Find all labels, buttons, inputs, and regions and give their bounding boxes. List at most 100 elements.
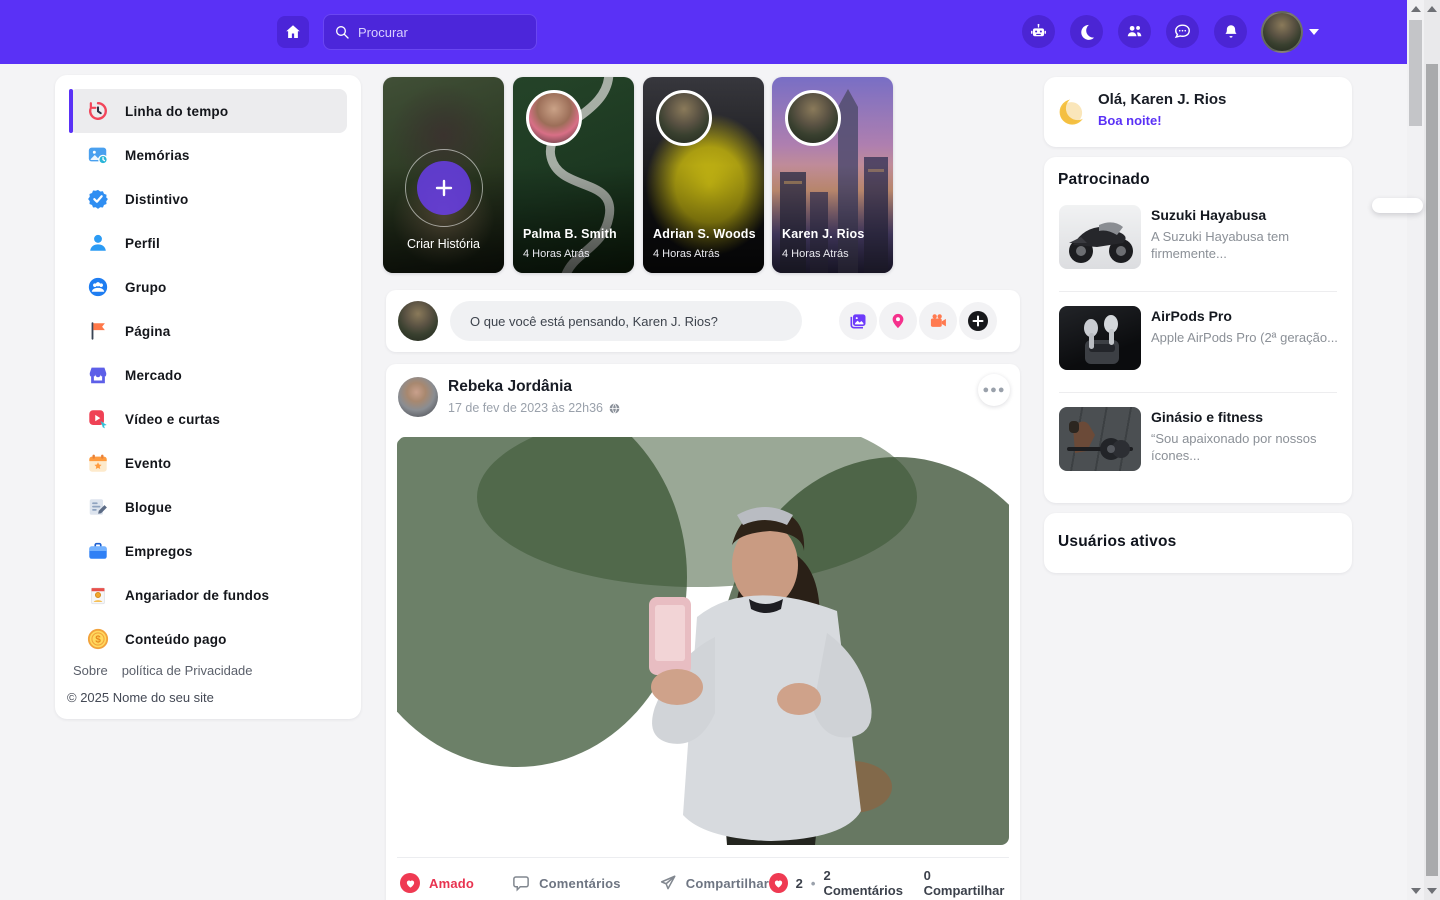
sponsored-heading: Patrocinado (1058, 171, 1150, 189)
scroll-up-arrow[interactable] (1411, 6, 1421, 12)
post-author-avatar[interactable] (398, 377, 438, 417)
sponsored-title: Ginásio e fitness (1151, 409, 1263, 425)
sidebar-item-page[interactable]: Página (69, 309, 347, 353)
sidebar-item-memories[interactable]: Memórias (69, 133, 347, 177)
sponsored-item[interactable]: AirPods Pro Apple AirPods Pro (2ª geraçã… (1044, 306, 1352, 392)
profile-avatar-menu[interactable] (1261, 11, 1303, 53)
sidebar-footer-links: Sobre política de Privacidade (73, 663, 253, 678)
composer-buttons (839, 302, 997, 340)
share-count: 0 Compartilhar (924, 868, 1009, 898)
top-action-buttons (1022, 15, 1247, 48)
sidebar-item-profile[interactable]: Perfil (69, 221, 347, 265)
sponsored-title: Suzuki Hayabusa (1151, 207, 1266, 223)
search-input[interactable] (358, 25, 518, 40)
page-flag-icon (87, 320, 109, 342)
location-icon (889, 312, 907, 330)
sidebar-item-fundraiser[interactable]: Angariador de fundos (69, 573, 347, 617)
sidebar-item-badge[interactable]: Distintivo (69, 177, 347, 221)
sidebar-item-event[interactable]: Evento (69, 441, 347, 485)
composer-input[interactable] (450, 301, 802, 341)
add-more-button[interactable] (959, 302, 997, 340)
sidebar-item-paid-content[interactable]: $ Conteúdo pago (69, 617, 347, 661)
browser-scrollbar-thumb[interactable] (1426, 64, 1438, 876)
heart-icon (400, 873, 420, 893)
sponsored-item[interactable]: Suzuki Hayabusa A Suzuki Hayabusa tem fi… (1044, 205, 1352, 291)
inner-scrollbar[interactable] (1407, 0, 1424, 900)
copyright-text: © 2025 Nome do seu site (67, 690, 214, 705)
chevron-down-icon[interactable] (1309, 29, 1319, 35)
sponsored-panel: Patrocinado Suzuki Hayabusa A Suzuki Hay… (1044, 157, 1352, 503)
post-photo[interactable] (397, 437, 1009, 845)
story-card[interactable]: Adrian S. Woods 4 Horas Atrás (643, 77, 764, 273)
notifications-button[interactable] (1214, 15, 1247, 48)
video-camera-icon (928, 311, 948, 331)
scroll-down-arrow[interactable] (1427, 888, 1437, 894)
add-video-button[interactable] (919, 302, 957, 340)
memories-icon (87, 144, 109, 166)
sidebar-item-label: Grupo (125, 280, 167, 295)
post-options-button[interactable]: ●●● (978, 374, 1010, 406)
scroll-down-arrow[interactable] (1411, 888, 1421, 894)
post-action-bar: Amado Comentários Compartilhar 2 • 2 Com… (397, 866, 1009, 900)
add-location-button[interactable] (879, 302, 917, 340)
post-timestamp: 17 de fev de 2023 às 22h36 (448, 401, 603, 415)
post-meta: 17 de fev de 2023 às 22h36 (448, 401, 621, 415)
home-icon (284, 23, 302, 41)
video-icon (87, 408, 109, 430)
active-users-panel: Usuários ativos (1044, 513, 1352, 573)
sidebar-item-blog[interactable]: Blogue (69, 485, 347, 529)
sidebar-item-label: Perfil (125, 236, 160, 251)
robot-icon (1029, 22, 1048, 41)
globe-icon (608, 402, 621, 415)
group-icon (87, 276, 109, 298)
comment-button[interactable]: Comentários (512, 874, 621, 892)
inner-scrollbar-thumb[interactable] (1409, 20, 1422, 126)
left-sidebar: Linha do tempo Memórias Distintivo Perfi… (55, 75, 361, 719)
stats-separator: • (811, 876, 816, 891)
sidebar-item-video[interactable]: Vídeo e curtas (69, 397, 347, 441)
love-button[interactable]: Amado (400, 873, 474, 893)
divider (1059, 291, 1337, 292)
sidebar-item-group[interactable]: Grupo (69, 265, 347, 309)
motorcycle-photo (1059, 205, 1141, 269)
sidebar-item-jobs[interactable]: Empregos (69, 529, 347, 573)
story-card[interactable]: Karen J. Rios 4 Horas Atrás (772, 77, 893, 273)
post-author-name[interactable]: Rebeka Jordânia (448, 378, 572, 396)
story-card[interactable]: Palma B. Smith 4 Horas Atrás (513, 77, 634, 273)
paid-content-icon: $ (87, 626, 109, 652)
post-divider (397, 857, 1009, 858)
blog-icon (87, 496, 109, 518)
bell-icon (1222, 23, 1240, 41)
share-button[interactable]: Compartilhar (659, 874, 769, 892)
robot-assistant-button[interactable] (1022, 15, 1055, 48)
active-users-heading: Usuários ativos (1058, 533, 1176, 551)
add-photo-button[interactable] (839, 302, 877, 340)
browser-scrollbar[interactable] (1424, 0, 1440, 900)
sponsored-item[interactable]: Ginásio e fitness “Sou apaixonado por no… (1044, 407, 1352, 493)
sidebar-item-label: Distintivo (125, 192, 189, 207)
create-story-card[interactable]: Criar História (383, 77, 504, 273)
top-navigation-bar (0, 0, 1407, 64)
sidebar-item-market[interactable]: Mercado (69, 353, 347, 397)
privacy-policy-link[interactable]: política de Privacidade (122, 663, 253, 678)
market-icon (87, 364, 109, 386)
floating-pill-widget[interactable] (1372, 198, 1423, 213)
heart-icon (769, 873, 788, 893)
sidebar-item-label: Evento (125, 456, 171, 471)
about-link[interactable]: Sobre (73, 663, 108, 678)
sidebar-item-label: Empregos (125, 544, 193, 559)
post-stats[interactable]: 2 • 2 Comentários 0 Compartilhar (769, 868, 1009, 898)
sidebar-item-timeline[interactable]: Linha do tempo (69, 89, 347, 133)
friends-button[interactable] (1118, 15, 1151, 48)
profile-icon (87, 232, 109, 254)
sponsored-description: “Sou apaixonado por nossos ícones... (1151, 431, 1341, 464)
story-time: 4 Horas Atrás (523, 248, 590, 260)
sidebar-item-label: Memórias (125, 148, 190, 163)
dark-mode-button[interactable] (1070, 15, 1103, 48)
sponsored-description: A Suzuki Hayabusa tem firmemente... (1151, 229, 1341, 262)
home-button[interactable] (277, 16, 309, 48)
sidebar-item-label: Vídeo e curtas (125, 412, 220, 427)
timeline-icon (87, 100, 109, 122)
messages-button[interactable] (1166, 15, 1199, 48)
scroll-up-arrow[interactable] (1427, 6, 1437, 12)
